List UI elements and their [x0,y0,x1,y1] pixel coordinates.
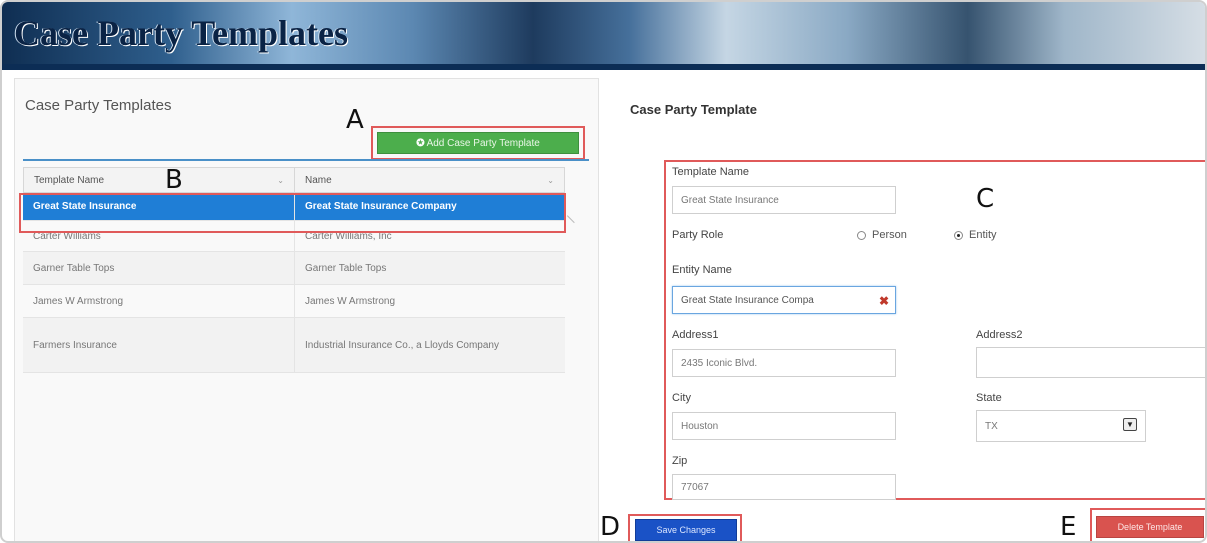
entity-name-input[interactable]: Great State Insurance Compa ✖ [672,286,896,314]
scrollbar-handle[interactable] [566,208,582,224]
header-banner: Case Party Templates [2,2,1205,70]
sort-chevron-icon: ⌄ [547,175,554,185]
dropdown-arrow-icon[interactable]: ▼ [1123,418,1137,431]
table-row[interactable]: Farmers Insurance Industrial Insurance C… [23,318,565,373]
party-role-label: Party Role [672,229,724,241]
radio-entity[interactable]: Entity [954,229,997,241]
table-row[interactable]: Garner Table Tops Garner Table Tops [23,252,565,285]
address2-input[interactable] [976,347,1205,378]
callout-a: A [346,105,364,135]
delete-template-button[interactable]: Delete Template [1096,516,1204,538]
panel-title: Case Party Templates [25,97,172,114]
state-select[interactable]: TX ▼ [976,410,1146,442]
callout-a-highlight: ✪ Add Case Party Template [371,126,585,160]
app-frame: Case Party Templates Case Party Template… [0,0,1207,543]
add-button-label: Add Case Party Template [426,137,540,149]
column-label: Template Name [34,174,105,186]
column-header-template-name[interactable]: Template Name ⌄ [24,168,295,192]
page-title: Case Party Templates [14,13,348,53]
cell-template-name: James W Armstrong [23,285,295,317]
callout-e: E [1060,512,1077,542]
add-case-party-template-button[interactable]: ✪ Add Case Party Template [377,132,579,154]
address1-label: Address1 [672,329,719,341]
table-divider [23,159,589,161]
cell-template-name: Garner Table Tops [23,252,295,284]
template-list-panel: Case Party Templates A ✪ Add Case Party … [14,78,599,541]
callout-c: C [976,184,995,214]
address1-input[interactable]: 2435 Iconic Blvd. [672,349,896,377]
radio-button-selected-icon [954,230,963,240]
clear-input-icon[interactable]: ✖ [879,294,889,308]
zip-label: Zip [672,455,688,467]
callout-c-highlight: Template Name Great State Insurance C Pa… [664,160,1205,500]
table-header: Template Name ⌄ Name ⌄ [23,167,565,193]
city-input[interactable]: Houston [672,412,896,440]
cell-name: James W Armstrong [305,295,396,307]
cell-template-name: Farmers Insurance [23,318,295,372]
radio-person-label: Person [872,229,907,241]
sort-chevron-icon: ⌄ [277,175,284,185]
cell-name: Industrial Insurance Co., a Lloyds Compa… [305,339,499,351]
template-name-input[interactable]: Great State Insurance [672,186,896,214]
save-changes-button[interactable]: Save Changes [635,519,737,541]
city-label: City [672,392,691,404]
state-value: TX [985,420,998,432]
address2-label: Address2 [976,329,1023,341]
state-label: State [976,392,1002,404]
cell-name: Garner Table Tops [305,262,387,274]
callout-b-highlight [19,193,566,233]
radio-button-icon [857,230,866,240]
entity-name-value: Great State Insurance Compa [681,294,814,306]
column-label: Name [305,174,332,186]
plus-circle-icon: ✪ [416,137,425,149]
zip-input[interactable]: 77067 [672,474,896,500]
radio-entity-label: Entity [969,229,997,241]
table-row[interactable]: James W Armstrong James W Armstrong [23,285,565,318]
form-heading: Case Party Template [630,102,757,117]
radio-person[interactable]: Person [857,229,907,241]
template-name-label: Template Name [672,166,750,178]
callout-d: D [600,512,621,542]
callout-b: B [165,165,183,195]
callout-e-highlight: Delete Template [1090,508,1205,541]
column-header-name[interactable]: Name ⌄ [295,168,564,192]
entity-name-label: Entity Name [672,264,732,276]
callout-d-highlight: Save Changes [628,514,742,541]
